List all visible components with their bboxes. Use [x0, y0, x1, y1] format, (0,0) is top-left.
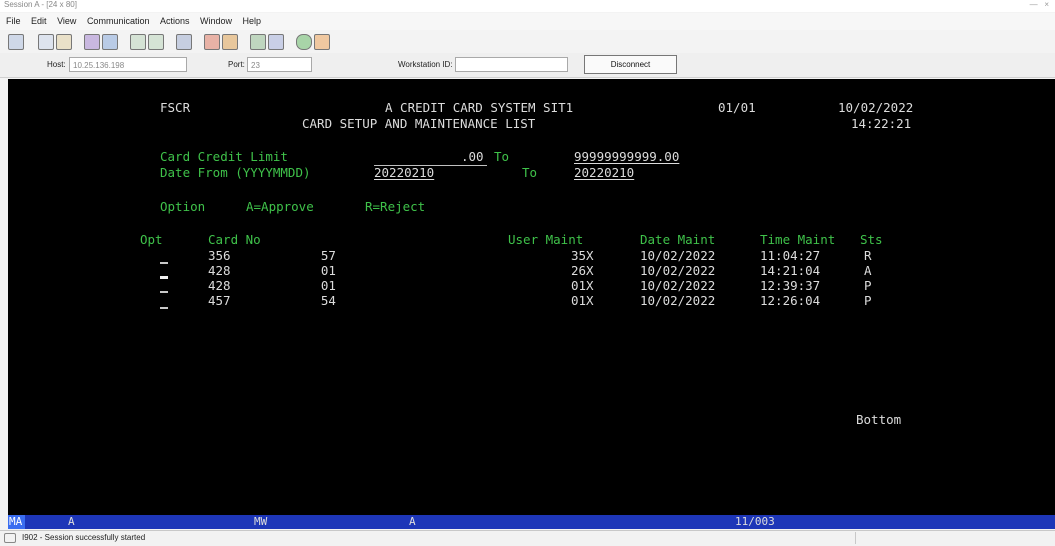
- connection-bar: Host: 10.25.136.198 Port: 23 Workstation…: [0, 53, 1055, 78]
- terminal-screen[interactable]: FSCR A CREDIT CARD SYSTEM SIT1 01/01 10/…: [8, 79, 1055, 515]
- oia-ma-indicator: MA: [8, 515, 25, 529]
- menu-view[interactable]: View: [57, 13, 76, 30]
- credit-limit-label: Card Credit Limit: [160, 149, 288, 164]
- keyboard-icon[interactable]: [148, 34, 164, 50]
- menu-edit[interactable]: Edit: [31, 13, 47, 30]
- row-time-maint: 11:04:27: [760, 248, 821, 263]
- host-label: Host:: [47, 60, 66, 69]
- edit-icon[interactable]: [314, 34, 330, 50]
- header-card-no: Card No: [208, 232, 261, 247]
- system-title: A CREDIT CARD SYSTEM SIT1: [385, 100, 574, 115]
- credit-from-field[interactable]: .00: [461, 150, 484, 164]
- row-user-maint: 35X: [571, 248, 594, 263]
- globe-icon[interactable]: [296, 34, 312, 50]
- host-field[interactable]: 10.25.136.198: [69, 57, 187, 72]
- row-card-no: 457 54: [208, 293, 336, 308]
- credit-to-label: To: [494, 149, 510, 164]
- paste-icon[interactable]: [56, 34, 72, 50]
- stop-icon[interactable]: [268, 34, 284, 50]
- screen-time: 14:22:21: [851, 116, 912, 131]
- operator-info-area: MA A MW A 11/003: [8, 515, 1055, 529]
- header-opt: Opt: [140, 232, 163, 247]
- row-user-maint: 01X: [571, 278, 594, 293]
- menu-bar: File Edit View Communication Actions Win…: [0, 13, 1055, 30]
- window-controls[interactable]: — ×: [1030, 0, 1049, 9]
- row-time-maint: 12:39:37: [760, 278, 821, 293]
- row-card-no: 356 57: [208, 248, 336, 263]
- oia-cursor-position: 11/003: [735, 515, 775, 528]
- send-icon[interactable]: [84, 34, 100, 50]
- row-time-maint: 12:26:04: [760, 293, 821, 308]
- port-field[interactable]: 23: [247, 57, 312, 72]
- date-to-field[interactable]: 20220210: [574, 166, 634, 180]
- menu-window[interactable]: Window: [200, 13, 232, 30]
- macro-icon[interactable]: [176, 34, 192, 50]
- status-panel: [855, 532, 1054, 544]
- display-icon[interactable]: [130, 34, 146, 50]
- option-approve: A=Approve: [246, 199, 314, 214]
- print-screen-icon[interactable]: [8, 34, 24, 50]
- program-id: FSCR: [160, 100, 191, 115]
- disconnect-button[interactable]: Disconnect: [584, 55, 677, 74]
- row-option-field[interactable]: [160, 262, 168, 264]
- row-status: P: [864, 278, 872, 293]
- status-bar: I902 - Session successfully started: [0, 530, 1055, 546]
- workstation-field[interactable]: [455, 57, 568, 72]
- oia-a-indicator: A: [68, 515, 75, 528]
- row-option-field[interactable]: [160, 291, 168, 293]
- toolbar: [0, 32, 1055, 52]
- date-from-field[interactable]: 20220210: [374, 166, 434, 180]
- row-time-maint: 14:21:04: [760, 263, 821, 278]
- bottom-indicator: Bottom: [856, 412, 902, 427]
- option-label: Option: [160, 199, 206, 214]
- menu-communication[interactable]: Communication: [87, 13, 150, 30]
- header-user-maint: User Maint: [508, 232, 584, 247]
- row-status: A: [864, 263, 872, 278]
- page-indicator: 01/01: [718, 100, 756, 115]
- chart-icon[interactable]: [250, 34, 266, 50]
- screen-title: CARD SETUP AND MAINTENANCE LIST: [302, 116, 536, 131]
- workstation-label: Workstation ID:: [398, 60, 453, 69]
- row-option-field[interactable]: [160, 276, 168, 279]
- oia-mw-indicator: MW: [254, 515, 268, 528]
- menu-actions[interactable]: Actions: [160, 13, 190, 30]
- row-status: R: [864, 248, 872, 263]
- row-date-maint: 10/02/2022: [640, 278, 716, 293]
- record-icon[interactable]: [204, 34, 220, 50]
- session-status-icon: [4, 533, 16, 543]
- status-message: I902 - Session successfully started: [22, 533, 146, 542]
- row-status: P: [864, 293, 872, 308]
- credit-to-field[interactable]: 99999999999.00: [574, 150, 679, 164]
- row-date-maint: 10/02/2022: [640, 248, 716, 263]
- window-title: Session A - [24 x 80]: [4, 0, 77, 9]
- play-icon[interactable]: [222, 34, 238, 50]
- copy-icon[interactable]: [38, 34, 54, 50]
- header-time-maint: Time Maint: [760, 232, 836, 247]
- row-date-maint: 10/02/2022: [640, 293, 716, 308]
- oia-a2-indicator: A: [409, 515, 416, 528]
- row-card-no: 428 01: [208, 278, 336, 293]
- screen-date: 10/02/2022: [838, 100, 914, 115]
- receive-icon[interactable]: [102, 34, 118, 50]
- date-from-label: Date From (YYYYMMDD): [160, 165, 311, 180]
- header-sts: Sts: [860, 232, 883, 247]
- row-date-maint: 10/02/2022: [640, 263, 716, 278]
- option-reject: R=Reject: [365, 199, 426, 214]
- date-to-label: To: [522, 165, 538, 180]
- menu-file[interactable]: File: [6, 13, 21, 30]
- row-option-field[interactable]: [160, 307, 168, 309]
- port-label: Port:: [228, 60, 245, 69]
- window-titlebar: Session A - [24 x 80] — ×: [0, 0, 1055, 12]
- row-user-maint: 26X: [571, 263, 594, 278]
- header-date-maint: Date Maint: [640, 232, 716, 247]
- row-user-maint: 01X: [571, 293, 594, 308]
- menu-help[interactable]: Help: [243, 13, 262, 30]
- row-card-no: 428 01: [208, 263, 336, 278]
